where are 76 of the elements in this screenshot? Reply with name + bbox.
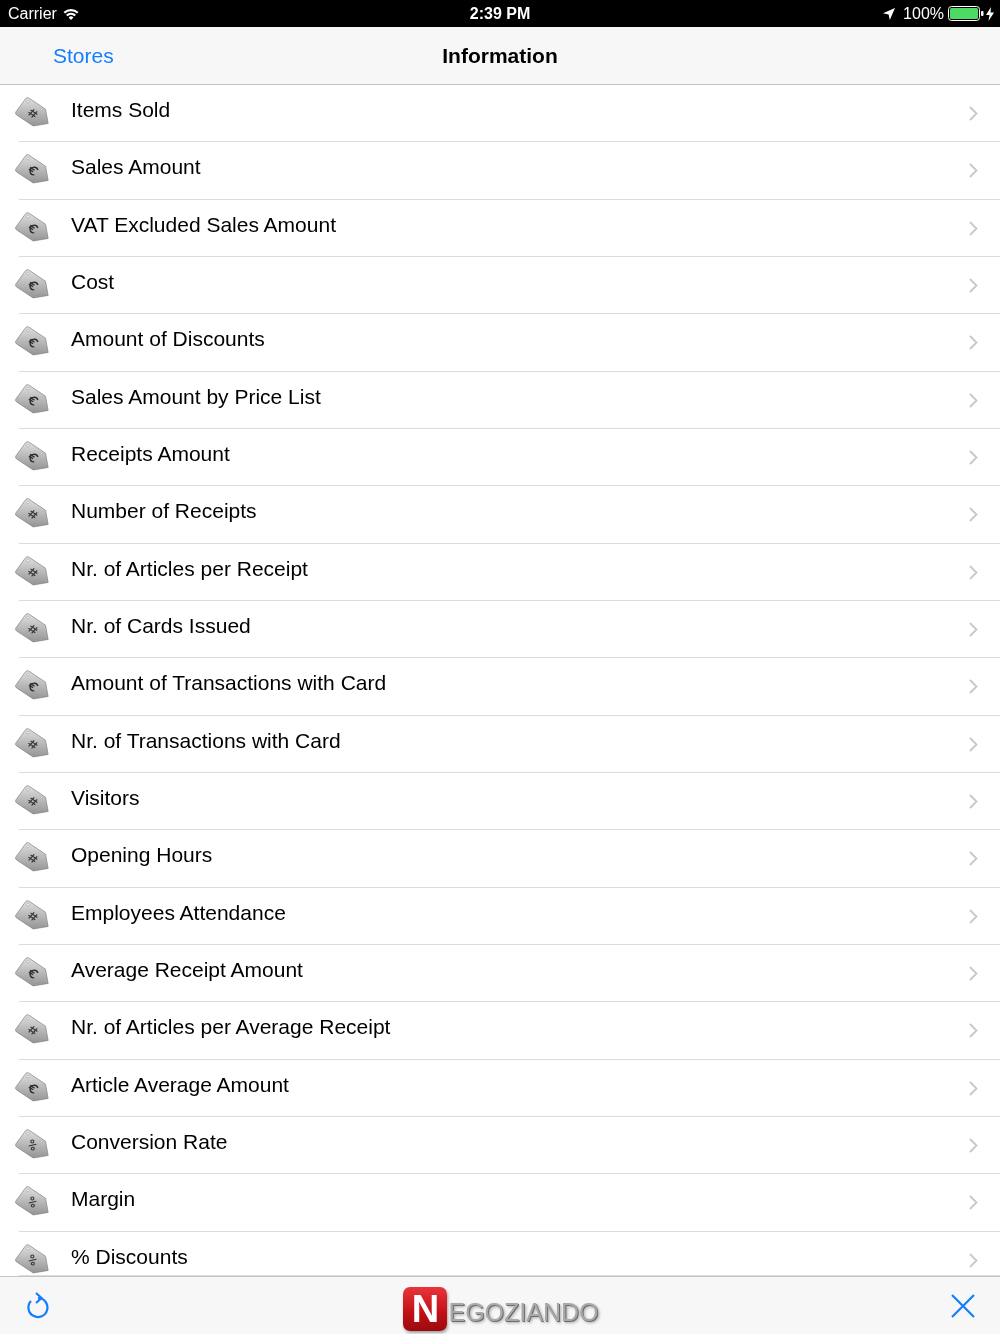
chevron-right-icon xyxy=(969,679,978,695)
chevron-right-icon xyxy=(969,449,978,465)
list-item[interactable]: VAT Excluded Sales Amount xyxy=(0,199,1000,257)
chevron-right-icon xyxy=(969,1137,978,1153)
list-item[interactable]: Receipts Amount xyxy=(0,428,1000,487)
list-item[interactable]: Nr. of Transactions with Card xyxy=(0,715,1000,773)
chevron-right-icon xyxy=(969,736,978,752)
logo-text: EGOZIANDO xyxy=(448,1296,599,1327)
back-link[interactable]: Stores xyxy=(53,42,114,69)
hash-tag-icon xyxy=(13,782,50,816)
screen-title: Information xyxy=(442,42,558,69)
list-item[interactable]: Visitors xyxy=(0,772,1000,831)
chevron-right-icon xyxy=(969,106,978,121)
hash-tag-icon xyxy=(13,840,50,874)
hash-tag-icon xyxy=(13,95,50,128)
hash-tag-icon xyxy=(13,553,50,587)
battery-percentage: 100% xyxy=(903,3,944,24)
chevron-right-icon xyxy=(969,621,978,637)
currency-tag-icon xyxy=(13,1069,50,1103)
list-item[interactable]: Opening Hours xyxy=(0,830,1000,888)
wifi-icon xyxy=(62,7,79,20)
logo-tile: N xyxy=(403,1286,448,1331)
currency-tag-icon xyxy=(13,438,50,472)
list-item[interactable]: Cost xyxy=(0,257,1000,315)
percent-tag-icon xyxy=(13,1184,50,1218)
clock-time: 2:39 PM xyxy=(469,3,531,24)
currency-tag-icon xyxy=(13,954,50,988)
list-item[interactable]: Sales Amount by Price List xyxy=(0,371,1000,429)
hash-tag-icon xyxy=(13,897,50,931)
list-item[interactable]: Nr. of Articles per Average Receipt xyxy=(0,1002,1000,1060)
hash-tag-icon xyxy=(13,496,50,530)
currency-tag-icon xyxy=(13,152,50,186)
currency-tag-icon xyxy=(13,267,50,300)
chevron-right-icon xyxy=(969,220,978,236)
percent-tag-icon xyxy=(13,1126,50,1160)
list-item[interactable]: Items Sold xyxy=(0,85,1000,143)
chevron-right-icon xyxy=(969,163,978,179)
location-arrow-icon xyxy=(883,7,896,20)
chevron-right-icon xyxy=(969,1023,978,1039)
list-item[interactable]: Margin xyxy=(0,1174,1000,1232)
list-item[interactable]: Amount of Transactions with Card xyxy=(0,658,1000,716)
list-item[interactable]: % Discounts xyxy=(0,1231,1000,1276)
chevron-right-icon xyxy=(969,507,978,523)
carrier-name: Carrier xyxy=(8,3,57,24)
chevron-right-icon xyxy=(969,793,978,809)
battery-icon xyxy=(948,6,984,21)
list-item[interactable]: Nr. of Cards Issued xyxy=(0,600,1000,659)
chevron-right-icon xyxy=(969,564,978,580)
chevron-right-icon xyxy=(969,1080,978,1096)
chevron-right-icon xyxy=(969,851,978,867)
currency-tag-icon xyxy=(13,324,50,358)
list-item[interactable]: Average Receipt Amount xyxy=(0,944,1000,1003)
hash-tag-icon xyxy=(13,725,50,759)
currency-tag-icon xyxy=(13,381,50,415)
chevron-right-icon xyxy=(969,908,978,924)
chevron-right-icon xyxy=(969,1252,978,1268)
chevron-right-icon xyxy=(969,392,978,408)
charging-bolt-icon xyxy=(986,6,994,21)
currency-tag-icon xyxy=(13,668,50,702)
chevron-right-icon xyxy=(969,335,978,351)
hash-tag-icon xyxy=(13,1012,50,1046)
hash-tag-icon xyxy=(13,610,50,644)
list-item[interactable]: Nr. of Articles per Receipt xyxy=(0,543,1000,601)
list-item[interactable]: Sales Amount xyxy=(0,142,1000,200)
chevron-right-icon xyxy=(969,965,978,981)
percent-tag-icon xyxy=(13,1241,50,1275)
list-item[interactable]: Number of Receipts xyxy=(0,486,1000,544)
close-icon[interactable] xyxy=(951,1293,975,1318)
list-item[interactable]: Amount of Discounts xyxy=(0,314,1000,372)
currency-tag-icon xyxy=(13,209,50,243)
list-item[interactable]: Conversion Rate xyxy=(0,1116,1000,1175)
refresh-icon[interactable] xyxy=(25,1291,51,1320)
list-item[interactable]: Article Average Amount xyxy=(0,1059,1000,1117)
chevron-right-icon xyxy=(969,1195,978,1211)
list-item[interactable]: Employees Attendance xyxy=(0,887,1000,945)
chevron-right-icon xyxy=(969,278,978,293)
